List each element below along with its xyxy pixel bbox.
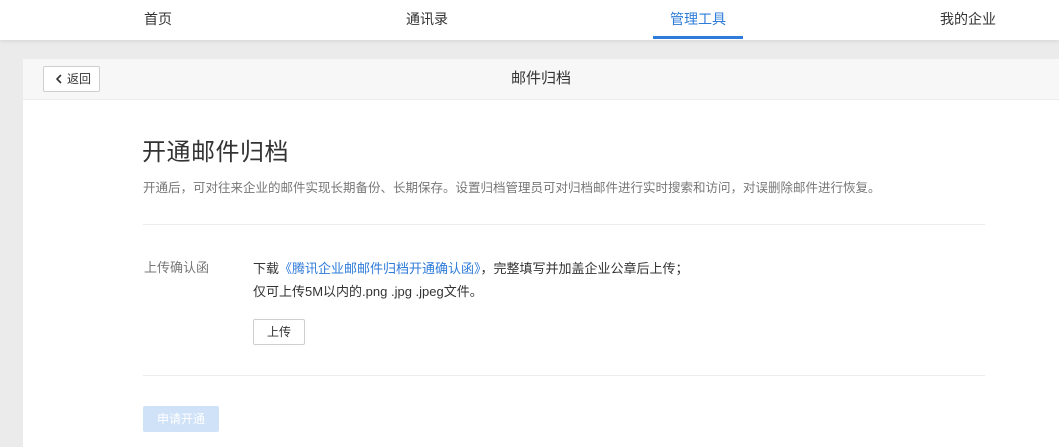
nav-item-label: 管理工具: [670, 11, 726, 27]
nav-item-label: 我的企业: [940, 11, 996, 27]
divider: [143, 375, 985, 376]
instruction-prefix: 下载: [253, 261, 280, 276]
upload-button[interactable]: 上传: [253, 319, 305, 345]
apply-activation-button[interactable]: 申请开通: [143, 406, 219, 432]
nav-item-label: 通讯录: [406, 11, 448, 27]
section-heading: 开通邮件归档: [142, 139, 289, 166]
top-nav: 首页 通讯录 管理工具 我的企业: [0, 0, 1059, 40]
upload-file-constraint: 仅可上传5M以内的.png .jpg .jpeg文件。: [253, 284, 483, 299]
section-description: 开通后，可对往来企业的邮件实现长期备份、长期保存。设置归档管理员可对归档邮件进行…: [143, 181, 881, 195]
panel-header: 邮件归档 返回: [23, 59, 1059, 100]
main-panel: 邮件归档 返回 开通邮件归档 开通后，可对往来企业的邮件实现长期备份、长期保存。…: [23, 59, 1059, 447]
page-title: 邮件归档: [510, 70, 571, 87]
download-form-link[interactable]: 《腾讯企业邮邮件归档开通确认函》: [279, 261, 481, 276]
nav-item-home[interactable]: 首页: [128, 0, 188, 40]
nav-item-management-tools[interactable]: 管理工具: [653, 0, 743, 40]
nav-item-my-enterprise[interactable]: 我的企业: [926, 0, 1010, 40]
divider: [143, 224, 985, 225]
back-button-label: 返回: [67, 72, 92, 86]
upload-field-label: 上传确认函: [144, 260, 210, 275]
nav-active-indicator: [653, 36, 743, 39]
chevron-left-icon: [56, 74, 62, 84]
instruction-suffix: ，完整填写并加盖企业公章后上传；: [480, 261, 689, 276]
nav-item-label: 首页: [144, 11, 172, 27]
upload-instruction: 下载《腾讯企业邮邮件归档开通确认函》，完整填写并加盖企业公章后上传；: [253, 258, 689, 277]
back-button[interactable]: 返回: [43, 66, 100, 92]
nav-item-contacts[interactable]: 通讯录: [392, 0, 462, 40]
